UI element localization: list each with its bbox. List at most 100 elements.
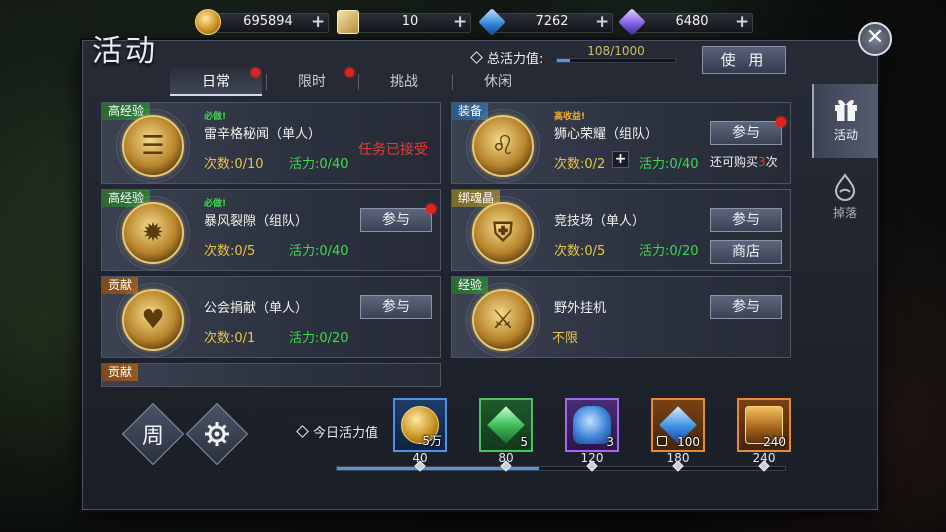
reward-quantity: 3 <box>606 435 614 449</box>
must-do-badge: 必做! <box>204 112 227 122</box>
add-purple-gem-button[interactable]: + <box>735 12 749 32</box>
task-accepted-status: 任务已接受 <box>358 142 428 158</box>
add-blue-crystal-button[interactable]: + <box>595 12 609 32</box>
side-nav-label: 掉落 <box>832 206 857 220</box>
scroll-emblem-icon: ☰ <box>122 115 184 177</box>
diamond-icon <box>470 51 483 64</box>
activity-card-arena[interactable]: 绑魂晶 ⛨ 竞技场（单人） 次数:0/5 活力:0/20 参与 商店 <box>451 189 791 271</box>
reward-slot-120[interactable]: 3 <box>565 398 619 452</box>
total-vitality-label: 总活力值: <box>470 48 544 67</box>
high-reward-badge: 高收益! <box>554 112 586 122</box>
side-nav-activity[interactable]: 活动 <box>812 84 878 158</box>
must-do-badge: 必做! <box>204 199 227 209</box>
shop-button[interactable]: 商店 <box>710 240 782 264</box>
reward-slot-240[interactable]: 240 <box>737 398 791 452</box>
tab-challenge[interactable]: 挑战 <box>358 68 450 96</box>
notification-dot <box>251 68 260 77</box>
reward-slot-180[interactable]: 100 <box>651 398 705 452</box>
sword-emblem-icon: ⚔ <box>472 289 534 351</box>
activity-vitality: 活力:0/40 <box>289 157 349 172</box>
reward-slot-40[interactable]: 5万 <box>393 398 447 452</box>
add-scroll-button[interactable]: + <box>453 12 467 32</box>
tab-daily[interactable]: 日常 <box>170 68 262 96</box>
resource-scroll: 10 + <box>337 8 471 36</box>
buy-suffix: 次 <box>765 155 778 169</box>
notification-dot <box>345 68 354 77</box>
activity-name: 狮心荣耀（组队） <box>554 127 659 142</box>
resource-blue-crystal: 7262 + <box>478 8 613 36</box>
join-label: 参与 <box>732 125 760 141</box>
category-tabs: 日常 限时 挑战 休闲 <box>170 68 550 96</box>
storm-emblem-icon: ✹ <box>122 202 184 264</box>
gold-coin-icon <box>195 9 221 35</box>
reward-quantity: 5 <box>520 435 528 449</box>
gold-value: 695894 <box>243 14 293 29</box>
drop-icon <box>834 173 856 201</box>
tab-label: 休闲 <box>484 74 512 90</box>
activity-count: 次数:0/1 <box>204 331 256 346</box>
tab-label: 日常 <box>202 74 230 90</box>
unlimited-count: 不限 <box>552 331 579 346</box>
notification-dot <box>426 204 436 214</box>
activity-name: 雷辛格秘闻（单人） <box>204 127 322 142</box>
join-button[interactable]: 参与 <box>710 295 782 319</box>
remaining-purchases: 还可购买3次 <box>710 153 778 170</box>
reward-slot-80[interactable]: 5 <box>479 398 533 452</box>
side-nav-drop[interactable]: 掉落 <box>812 162 878 236</box>
notification-dot <box>776 117 786 127</box>
lion-emblem-icon: ♌ <box>472 115 534 177</box>
activity-count: 次数:0/2 <box>554 157 606 172</box>
lock-icon <box>657 436 667 446</box>
page-title: 活动 <box>92 34 158 69</box>
week-label: 周 <box>141 424 164 449</box>
today-vitality-progress <box>336 466 786 471</box>
activity-name: 暴风裂隙（组队） <box>204 214 309 229</box>
scroll-icon <box>337 10 359 34</box>
reward-quantity: 5万 <box>422 434 442 448</box>
activity-card-storm-rift[interactable]: 高经验 ✹ 必做! 暴风裂隙（组队） 次数:0/5 活力:0/40 参与 <box>101 189 441 271</box>
chest-emblem-icon: ♥ <box>122 289 184 351</box>
join-label: 参与 <box>382 212 410 228</box>
use-button[interactable]: 使 用 <box>702 46 786 74</box>
close-button[interactable]: ✕ <box>858 22 892 56</box>
activity-card-contribution[interactable]: 贡献 <box>101 363 441 387</box>
vitality-value: 108/1000 <box>587 44 645 58</box>
diamond-icon <box>296 425 309 438</box>
join-button[interactable]: 参与 <box>710 117 786 145</box>
activity-name: 野外挂机 <box>554 301 607 316</box>
resource-gold: 695894 + <box>195 8 329 36</box>
activity-tag: 贡献 <box>102 364 139 381</box>
activity-card-afk[interactable]: 经验 ⚔ 野外挂机 不限 参与 <box>451 276 791 358</box>
activity-card-lionheart[interactable]: 装备 ♌ 高收益! 狮心荣耀（组队） 次数:0/2 + 活力:0/40 参与 还… <box>451 102 791 184</box>
activity-card-guild-donate[interactable]: 贡献 ♥ 公会捐献（单人） 次数:0/1 活力:0/20 参与 <box>101 276 441 358</box>
side-nav-label: 活动 <box>833 128 858 142</box>
today-vitality-text: 今日活力值 <box>312 426 378 441</box>
gift-icon <box>835 100 857 121</box>
buy-prefix: 还可购买 <box>710 155 759 169</box>
today-vitality-label: 今日活力值 <box>270 422 382 446</box>
add-gold-button[interactable]: + <box>311 12 325 32</box>
activity-count: 次数:0/5 <box>204 244 256 259</box>
blue-crystal-value: 7262 <box>535 14 569 29</box>
gear-icon <box>205 422 229 446</box>
activity-vitality: 活力:0/40 <box>289 244 349 259</box>
tab-label: 挑战 <box>390 74 418 90</box>
join-button[interactable]: 参与 <box>360 204 436 232</box>
vitality-progress-bar <box>556 58 676 63</box>
resource-purple-gem: 6480 + <box>618 8 753 36</box>
activity-count: 次数:0/5 <box>554 244 606 259</box>
join-button[interactable]: 参与 <box>360 295 432 319</box>
add-count-button[interactable]: + <box>612 151 629 168</box>
shield-emblem-icon: ⛨ <box>472 202 534 264</box>
vitality-label-text: 总活力值: <box>487 52 544 67</box>
activity-name: 公会捐献（单人） <box>204 301 309 316</box>
activity-count: 次数:0/10 <box>204 157 264 172</box>
reward-quantity: 100 <box>677 435 700 449</box>
vitality-progress-fill <box>557 59 570 62</box>
tab-leisure[interactable]: 休闲 <box>452 68 544 96</box>
scroll-value: 10 <box>401 14 419 29</box>
activity-name: 竞技场（单人） <box>554 214 646 229</box>
join-button[interactable]: 参与 <box>710 208 782 232</box>
activity-card-lessing[interactable]: 高经验 ☰ 必做! 雷辛格秘闻（单人） 次数:0/10 活力:0/40 任务已接… <box>101 102 441 184</box>
tab-limited[interactable]: 限时 <box>266 68 358 96</box>
